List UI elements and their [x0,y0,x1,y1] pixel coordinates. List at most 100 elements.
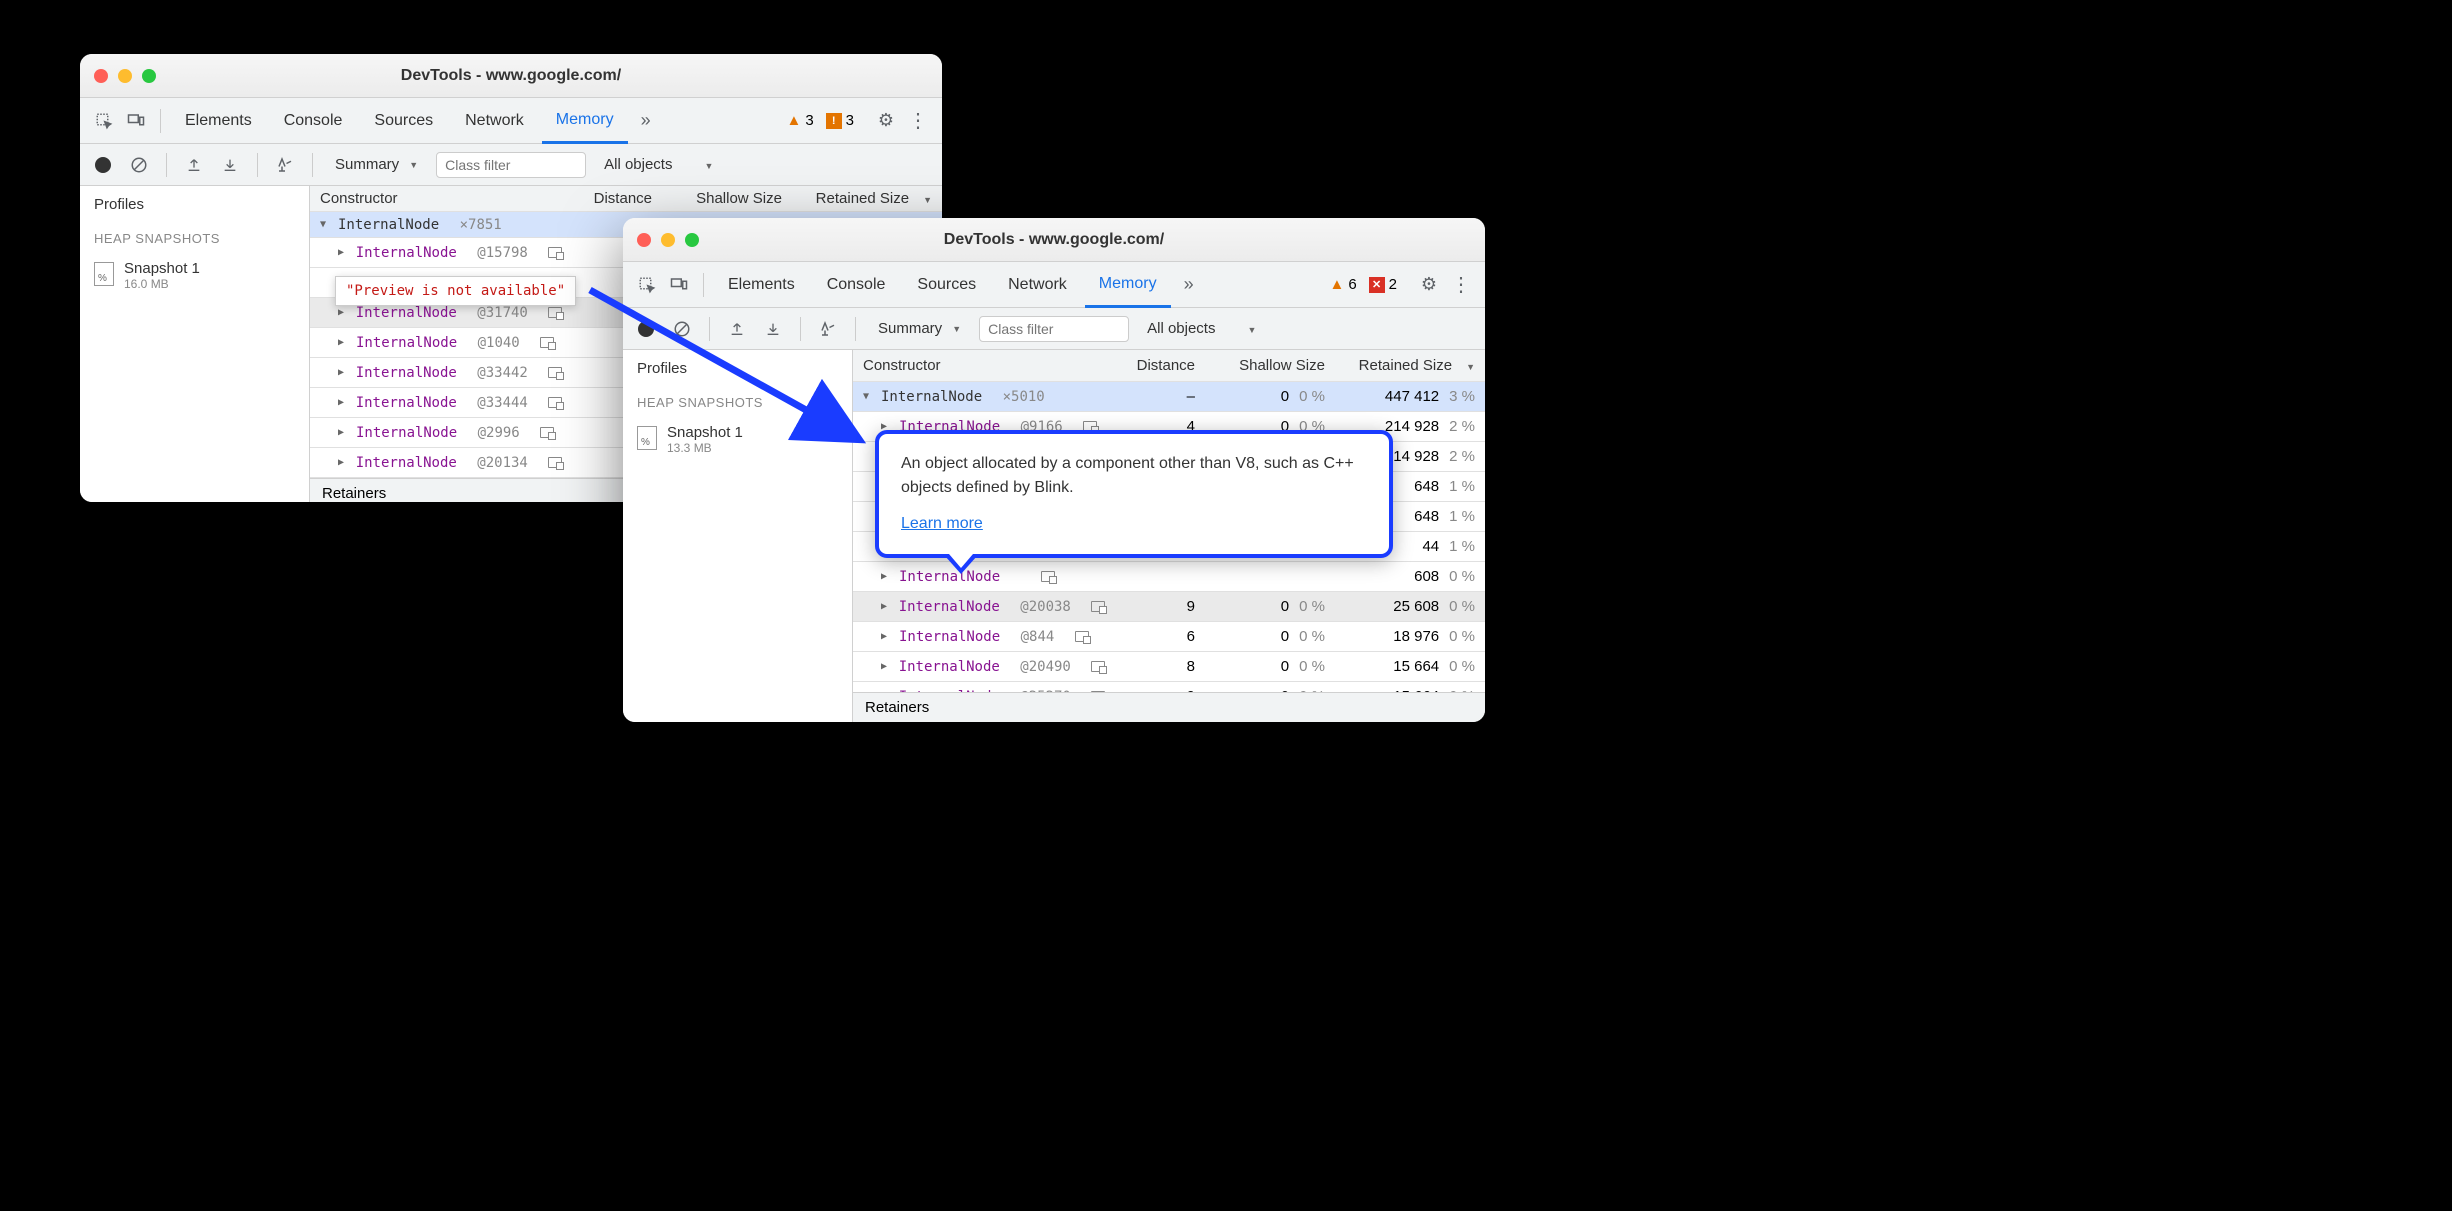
import-icon[interactable] [760,316,786,342]
minimize-icon[interactable] [118,69,132,83]
minimize-icon[interactable] [661,233,675,247]
record-button[interactable] [90,152,116,178]
tab-console[interactable]: Console [813,262,900,307]
element-icon [540,337,554,348]
snapshot-file-icon [637,426,657,450]
traffic-lights [637,233,699,247]
more-menu-icon[interactable] [904,107,932,135]
window-title: DevTools - www.google.com/ [80,67,942,85]
zoom-icon[interactable] [685,233,699,247]
table-header: Constructor Distance Shallow Size Retain… [853,350,1485,382]
zoom-icon[interactable] [142,69,156,83]
gc-icon[interactable] [272,152,298,178]
more-menu-icon[interactable] [1447,271,1475,299]
col-distance[interactable]: Distance [572,186,662,211]
tab-memory[interactable]: Memory [542,99,628,144]
snapshot-file-icon [94,262,114,286]
element-icon [548,247,562,258]
error-badge[interactable]: !3 [826,112,854,129]
error-badge[interactable]: ✕2 [1369,276,1397,293]
view-dropdown[interactable]: Summary [327,152,426,177]
export-icon[interactable] [724,316,750,342]
element-icon [548,457,562,468]
heap-snapshots-label: HEAP SNAPSHOTS [80,223,309,254]
tab-memory[interactable]: Memory [1085,263,1171,308]
warning-count: 6 [1348,276,1356,293]
class-filter-input[interactable] [979,316,1129,342]
preview-tooltip: "Preview is not available" [335,276,576,306]
table-row[interactable]: ▶InternalNode @844 600 %18 9760 % [853,622,1485,652]
more-tabs-icon[interactable] [632,107,660,135]
profiles-sidebar: Profiles HEAP SNAPSHOTS Snapshot 1 16.0 … [80,186,310,502]
col-retained[interactable]: Retained Size [1335,353,1485,378]
heap-snapshots-label: HEAP SNAPSHOTS [623,387,852,418]
objects-dropdown[interactable]: All objects [1139,316,1223,341]
element-icon [548,367,562,378]
settings-icon[interactable] [1415,271,1443,299]
snapshot-item[interactable]: Snapshot 1 13.3 MB [623,418,852,461]
profiles-heading: Profiles [623,350,852,387]
warning-badge[interactable]: ▲6 [1329,276,1356,293]
window-title: DevTools - www.google.com/ [623,231,1485,249]
devtools-window-new: DevTools - www.google.com/ Elements Cons… [623,218,1485,722]
tab-network[interactable]: Network [451,98,538,143]
element-icon [540,427,554,438]
col-distance[interactable]: Distance [1115,353,1205,378]
col-shallow[interactable]: Shallow Size [1205,353,1335,378]
learn-more-link[interactable]: Learn more [901,515,983,532]
error-count: 2 [1389,276,1397,293]
col-shallow[interactable]: Shallow Size [662,186,792,211]
more-tabs-icon[interactable] [1175,271,1203,299]
tab-sources[interactable]: Sources [903,262,990,307]
description-tooltip: An object allocated by a component other… [875,430,1393,558]
element-icon [1075,631,1089,642]
snapshot-item[interactable]: Snapshot 1 16.0 MB [80,254,309,297]
col-retained[interactable]: Retained Size [792,186,942,211]
clear-button[interactable] [126,152,152,178]
table-header: Constructor Distance Shallow Size Retain… [310,186,942,212]
memory-toolbar: Summary All objects [80,144,942,186]
panel-tabbar: Elements Console Sources Network Memory … [623,262,1485,308]
snapshot-name: Snapshot 1 [667,424,743,441]
inspect-icon[interactable] [90,107,118,135]
settings-icon[interactable] [872,107,900,135]
tab-elements[interactable]: Elements [714,262,809,307]
dropdown-caret-icon[interactable] [700,156,713,174]
tab-network[interactable]: Network [994,262,1081,307]
close-icon[interactable] [94,69,108,83]
titlebar[interactable]: DevTools - www.google.com/ [623,218,1485,262]
import-icon[interactable] [217,152,243,178]
record-button[interactable] [633,316,659,342]
tab-console[interactable]: Console [270,98,357,143]
table-row[interactable]: ▼InternalNode ×5010 – 00 % 447 4123 % [853,382,1485,412]
dropdown-caret-icon[interactable] [1243,320,1256,338]
class-filter-input[interactable] [436,152,586,178]
objects-dropdown[interactable]: All objects [596,152,680,177]
inspect-icon[interactable] [633,271,661,299]
memory-toolbar: Summary All objects [623,308,1485,350]
titlebar[interactable]: DevTools - www.google.com/ [80,54,942,98]
close-icon[interactable] [637,233,651,247]
col-constructor[interactable]: Constructor [853,353,1115,378]
element-icon [548,397,562,408]
error-count: 3 [846,112,854,129]
element-icon [1091,661,1105,672]
tab-sources[interactable]: Sources [360,98,447,143]
snapshot-size: 16.0 MB [124,277,200,291]
export-icon[interactable] [181,152,207,178]
tab-elements[interactable]: Elements [171,98,266,143]
table-row[interactable]: ▶InternalNode @20038 900 %25 6080 % [853,592,1485,622]
gc-icon[interactable] [815,316,841,342]
table-row[interactable]: ▶InternalNode @25270 900 %15 6640 % [853,682,1485,692]
retainers-header[interactable]: Retainers [853,692,1485,722]
view-dropdown[interactable]: Summary [870,316,969,341]
device-icon[interactable] [122,107,150,135]
element-icon [1091,601,1105,612]
device-icon[interactable] [665,271,693,299]
table-row[interactable]: ▶InternalNode @20490 800 %15 6640 % [853,652,1485,682]
warning-badge[interactable]: ▲3 [786,112,813,129]
clear-button[interactable] [669,316,695,342]
col-constructor[interactable]: Constructor [310,186,572,211]
tooltip-text: An object allocated by a component other… [901,452,1367,500]
snapshot-size: 13.3 MB [667,441,743,455]
